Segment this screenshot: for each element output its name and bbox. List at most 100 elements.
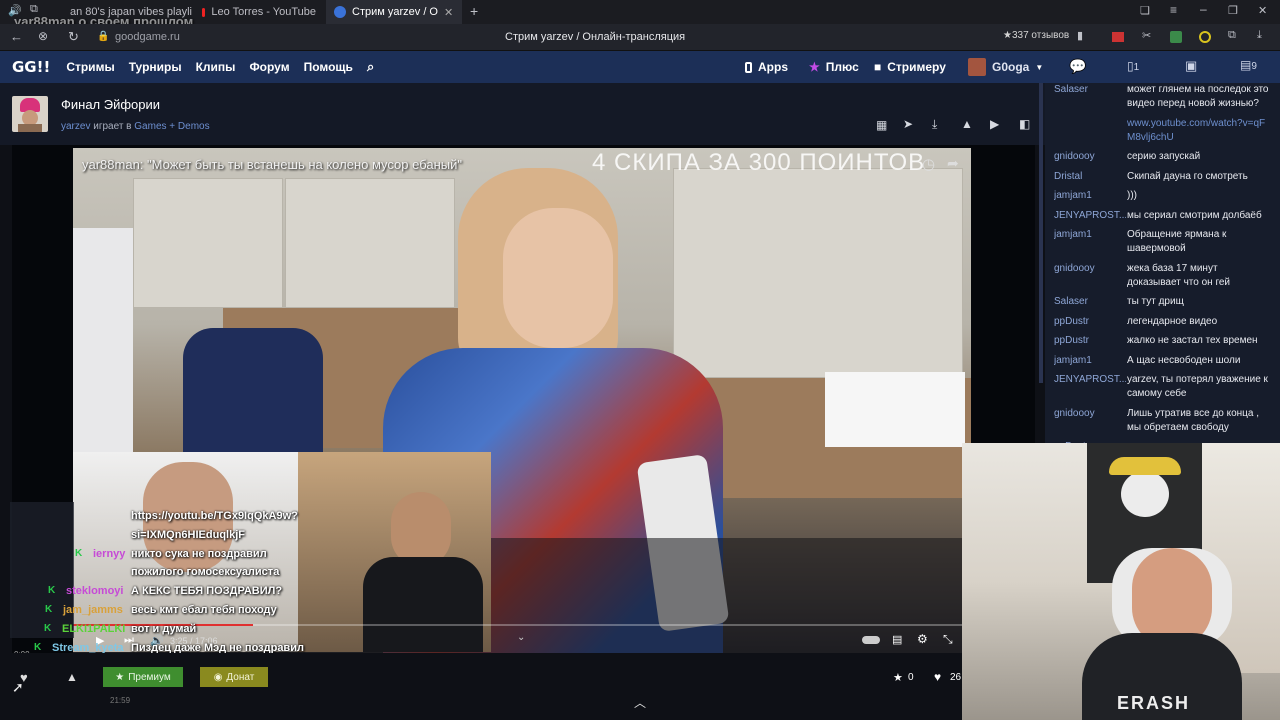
search-icon[interactable]: ⌕ bbox=[367, 59, 374, 75]
mouse-cursor-icon: ➚ bbox=[12, 679, 24, 695]
apps-button[interactable]: Apps bbox=[745, 51, 788, 83]
minimize-icon[interactable]: – bbox=[1200, 2, 1207, 16]
coin-icon: ◉ bbox=[213, 671, 223, 683]
premium-label: Премиум bbox=[128, 671, 171, 683]
user-name: G0oga bbox=[992, 60, 1030, 74]
lock-icon: 🔒 bbox=[97, 31, 110, 42]
overlay-chat-text: вот и думай bbox=[131, 623, 197, 635]
chat-text: мы сериал смотрим долбаёб bbox=[1127, 209, 1262, 221]
nav-streams[interactable]: Стримы bbox=[66, 60, 114, 74]
collections-icon[interactable]: ❏ bbox=[1140, 4, 1150, 17]
premium-button[interactable]: ★ Премиум bbox=[103, 667, 183, 687]
download-icon[interactable]: ⤓ bbox=[1257, 29, 1262, 42]
user-menu[interactable]: G0oga ▼ bbox=[968, 51, 1043, 83]
chat-username[interactable]: Salaser bbox=[1054, 83, 1126, 97]
reload-icon[interactable]: ↻ bbox=[68, 29, 79, 45]
url-text[interactable]: goodgame.ru bbox=[115, 31, 180, 43]
extension-yellow-icon[interactable] bbox=[1199, 31, 1211, 43]
extension-icon[interactable]: ⊗ bbox=[38, 29, 48, 43]
channel-link[interactable]: yarzev bbox=[61, 121, 90, 132]
tab-goodgame[interactable]: Стрим yarzev / Онлайн-тр... ✕ bbox=[326, 0, 462, 24]
phone-icon bbox=[745, 61, 752, 73]
chat-username[interactable]: gnidoooy bbox=[1054, 262, 1126, 276]
streamer-button[interactable]: ■ Стримеру bbox=[874, 51, 946, 83]
plus-label: Плюс bbox=[825, 60, 859, 74]
chat-bubble-icon[interactable]: 💬 bbox=[1069, 58, 1086, 75]
chat-username[interactable]: gnidoooy bbox=[1054, 150, 1126, 164]
skip-banner: 4 СКИПА ЗА 300 ПОИНТОВ bbox=[592, 149, 926, 176]
goodgame-icon bbox=[334, 6, 346, 18]
chat-message: JENYAPROST... мы сериал смотрим долбаёб bbox=[1045, 209, 1280, 223]
chat-scrollbar[interactable] bbox=[1039, 83, 1043, 383]
share-icon[interactable]: ➤ bbox=[903, 117, 913, 131]
star-icon: ★ bbox=[809, 60, 820, 74]
youtube-icon[interactable]: ▶ bbox=[990, 117, 999, 131]
chat-message: ppDustr жалко не застал тех времен bbox=[1045, 334, 1280, 348]
report-icon[interactable]: ▲ bbox=[961, 117, 973, 131]
chat-username[interactable]: JENYAPROST... bbox=[1054, 373, 1126, 387]
streamer-avatar[interactable] bbox=[12, 96, 48, 132]
bell-icon[interactable]: ▲ bbox=[66, 670, 78, 684]
overlay-chat-name: steklomoyi bbox=[66, 585, 124, 597]
chat-username[interactable]: Salaser bbox=[1054, 295, 1126, 309]
stream-subtitle: yarzev играет в Games + Demos bbox=[61, 121, 210, 132]
share-icon[interactable]: ➦ bbox=[947, 155, 959, 172]
profile-icon[interactable]: ▤9 bbox=[1240, 58, 1257, 72]
notifications-icon[interactable]: ▯1 bbox=[1127, 59, 1139, 73]
game-link[interactable]: Games + Demos bbox=[134, 121, 209, 132]
tools-icon[interactable]: ✂ bbox=[1142, 29, 1151, 42]
nav-forum[interactable]: Форум bbox=[249, 60, 289, 74]
stream-header bbox=[0, 83, 1045, 145]
overlay-chat-text: пожилого гомосексуалиста bbox=[131, 566, 280, 578]
extension-red-icon[interactable] bbox=[1112, 32, 1124, 42]
plus-button[interactable]: ★ Плюс bbox=[809, 51, 859, 83]
reviews-badge[interactable]: ★337 отзывов bbox=[1003, 30, 1069, 41]
extension-green-icon[interactable] bbox=[1170, 31, 1182, 43]
chat-username[interactable]: ppDustr bbox=[1054, 315, 1126, 329]
chat-text: ты тут дрищ bbox=[1127, 296, 1184, 307]
chat-username[interactable]: ppDustr bbox=[1054, 334, 1126, 348]
chat-username[interactable]: Dristal bbox=[1054, 170, 1126, 184]
maximize-icon[interactable]: ❐ bbox=[1228, 4, 1238, 17]
gear-icon[interactable]: ⚙ bbox=[917, 632, 928, 646]
back-icon[interactable]: ← bbox=[10, 29, 23, 44]
chat-username[interactable]: jamjam1 bbox=[1054, 228, 1126, 242]
overlay-chat-text: А КЕКС ТЕБЯ ПОЗДРАВИЛ? bbox=[131, 585, 283, 597]
address-bar-row: ← ⊗ ↻ 🔒 goodgame.ru Стрим yarzev / Онлай… bbox=[0, 24, 1280, 51]
bookmark-icon[interactable]: ▮ bbox=[1077, 29, 1083, 42]
subtitles-icon[interactable]: ▤ bbox=[892, 633, 902, 646]
chat-username[interactable]: gnidoooy bbox=[1054, 407, 1126, 421]
overlay-chat-text: https://youtu.be/TGx9IqQkA9w? bbox=[131, 510, 298, 522]
chat-text: жека база 17 минут доказывает что он гей bbox=[1127, 262, 1231, 288]
nav-help[interactable]: Помощь bbox=[304, 60, 353, 74]
chat-username[interactable]: JENYAPROST... bbox=[1054, 209, 1126, 223]
site-navigation: GG!! Стримы Турниры Клипы Форум Помощь ⌕… bbox=[0, 51, 1045, 83]
gift-icon[interactable]: ▦ bbox=[876, 118, 887, 132]
new-tab-icon[interactable]: + bbox=[470, 3, 478, 19]
chat-username[interactable]: jamjam1 bbox=[1054, 354, 1126, 368]
chat-text: серию запускай bbox=[1127, 151, 1201, 162]
tab-leo-torres[interactable]: Leo Torres - YouTube bbox=[194, 0, 324, 24]
download-icon[interactable]: ⤓ bbox=[932, 117, 937, 132]
heart-like-icon[interactable]: ♥ bbox=[934, 670, 941, 684]
exit-fullscreen-icon[interactable]: ⤡ bbox=[943, 632, 953, 647]
chevron-down-icon[interactable]: ⌄ bbox=[517, 632, 525, 643]
autoplay-toggle[interactable] bbox=[862, 636, 880, 644]
chat-username[interactable]: jamjam1 bbox=[1054, 189, 1126, 203]
site-logo[interactable]: GG!! bbox=[12, 58, 50, 76]
close-tab-icon[interactable]: ✕ bbox=[444, 6, 453, 19]
extensions-puzzle-icon[interactable]: ⧉ bbox=[1228, 29, 1236, 42]
chevron-up-icon[interactable]: ︿ bbox=[634, 694, 646, 711]
chat-message: gnidoooy Лишь утратив все до конца , мы о… bbox=[1045, 407, 1280, 435]
nav-tournaments[interactable]: Турниры bbox=[129, 60, 182, 74]
theater-mode-icon[interactable]: ◧ bbox=[1019, 117, 1030, 131]
tab-label: Leo Torres - YouTube bbox=[211, 6, 316, 18]
nav-clips[interactable]: Клипы bbox=[196, 60, 236, 74]
menu-icon[interactable]: ≡ bbox=[1170, 3, 1177, 17]
image-icon[interactable]: ▣ bbox=[1185, 58, 1197, 74]
star-rating-icon[interactable]: ★ bbox=[893, 671, 903, 684]
chat-text: А щас несвободен шоли bbox=[1127, 354, 1241, 366]
donate-button[interactable]: ◉ Донат bbox=[200, 667, 268, 687]
close-window-icon[interactable]: ✕ bbox=[1258, 4, 1267, 17]
chat-link[interactable]: www.youtube.com/watch?v=qFM8vlj6chU bbox=[1127, 117, 1273, 145]
